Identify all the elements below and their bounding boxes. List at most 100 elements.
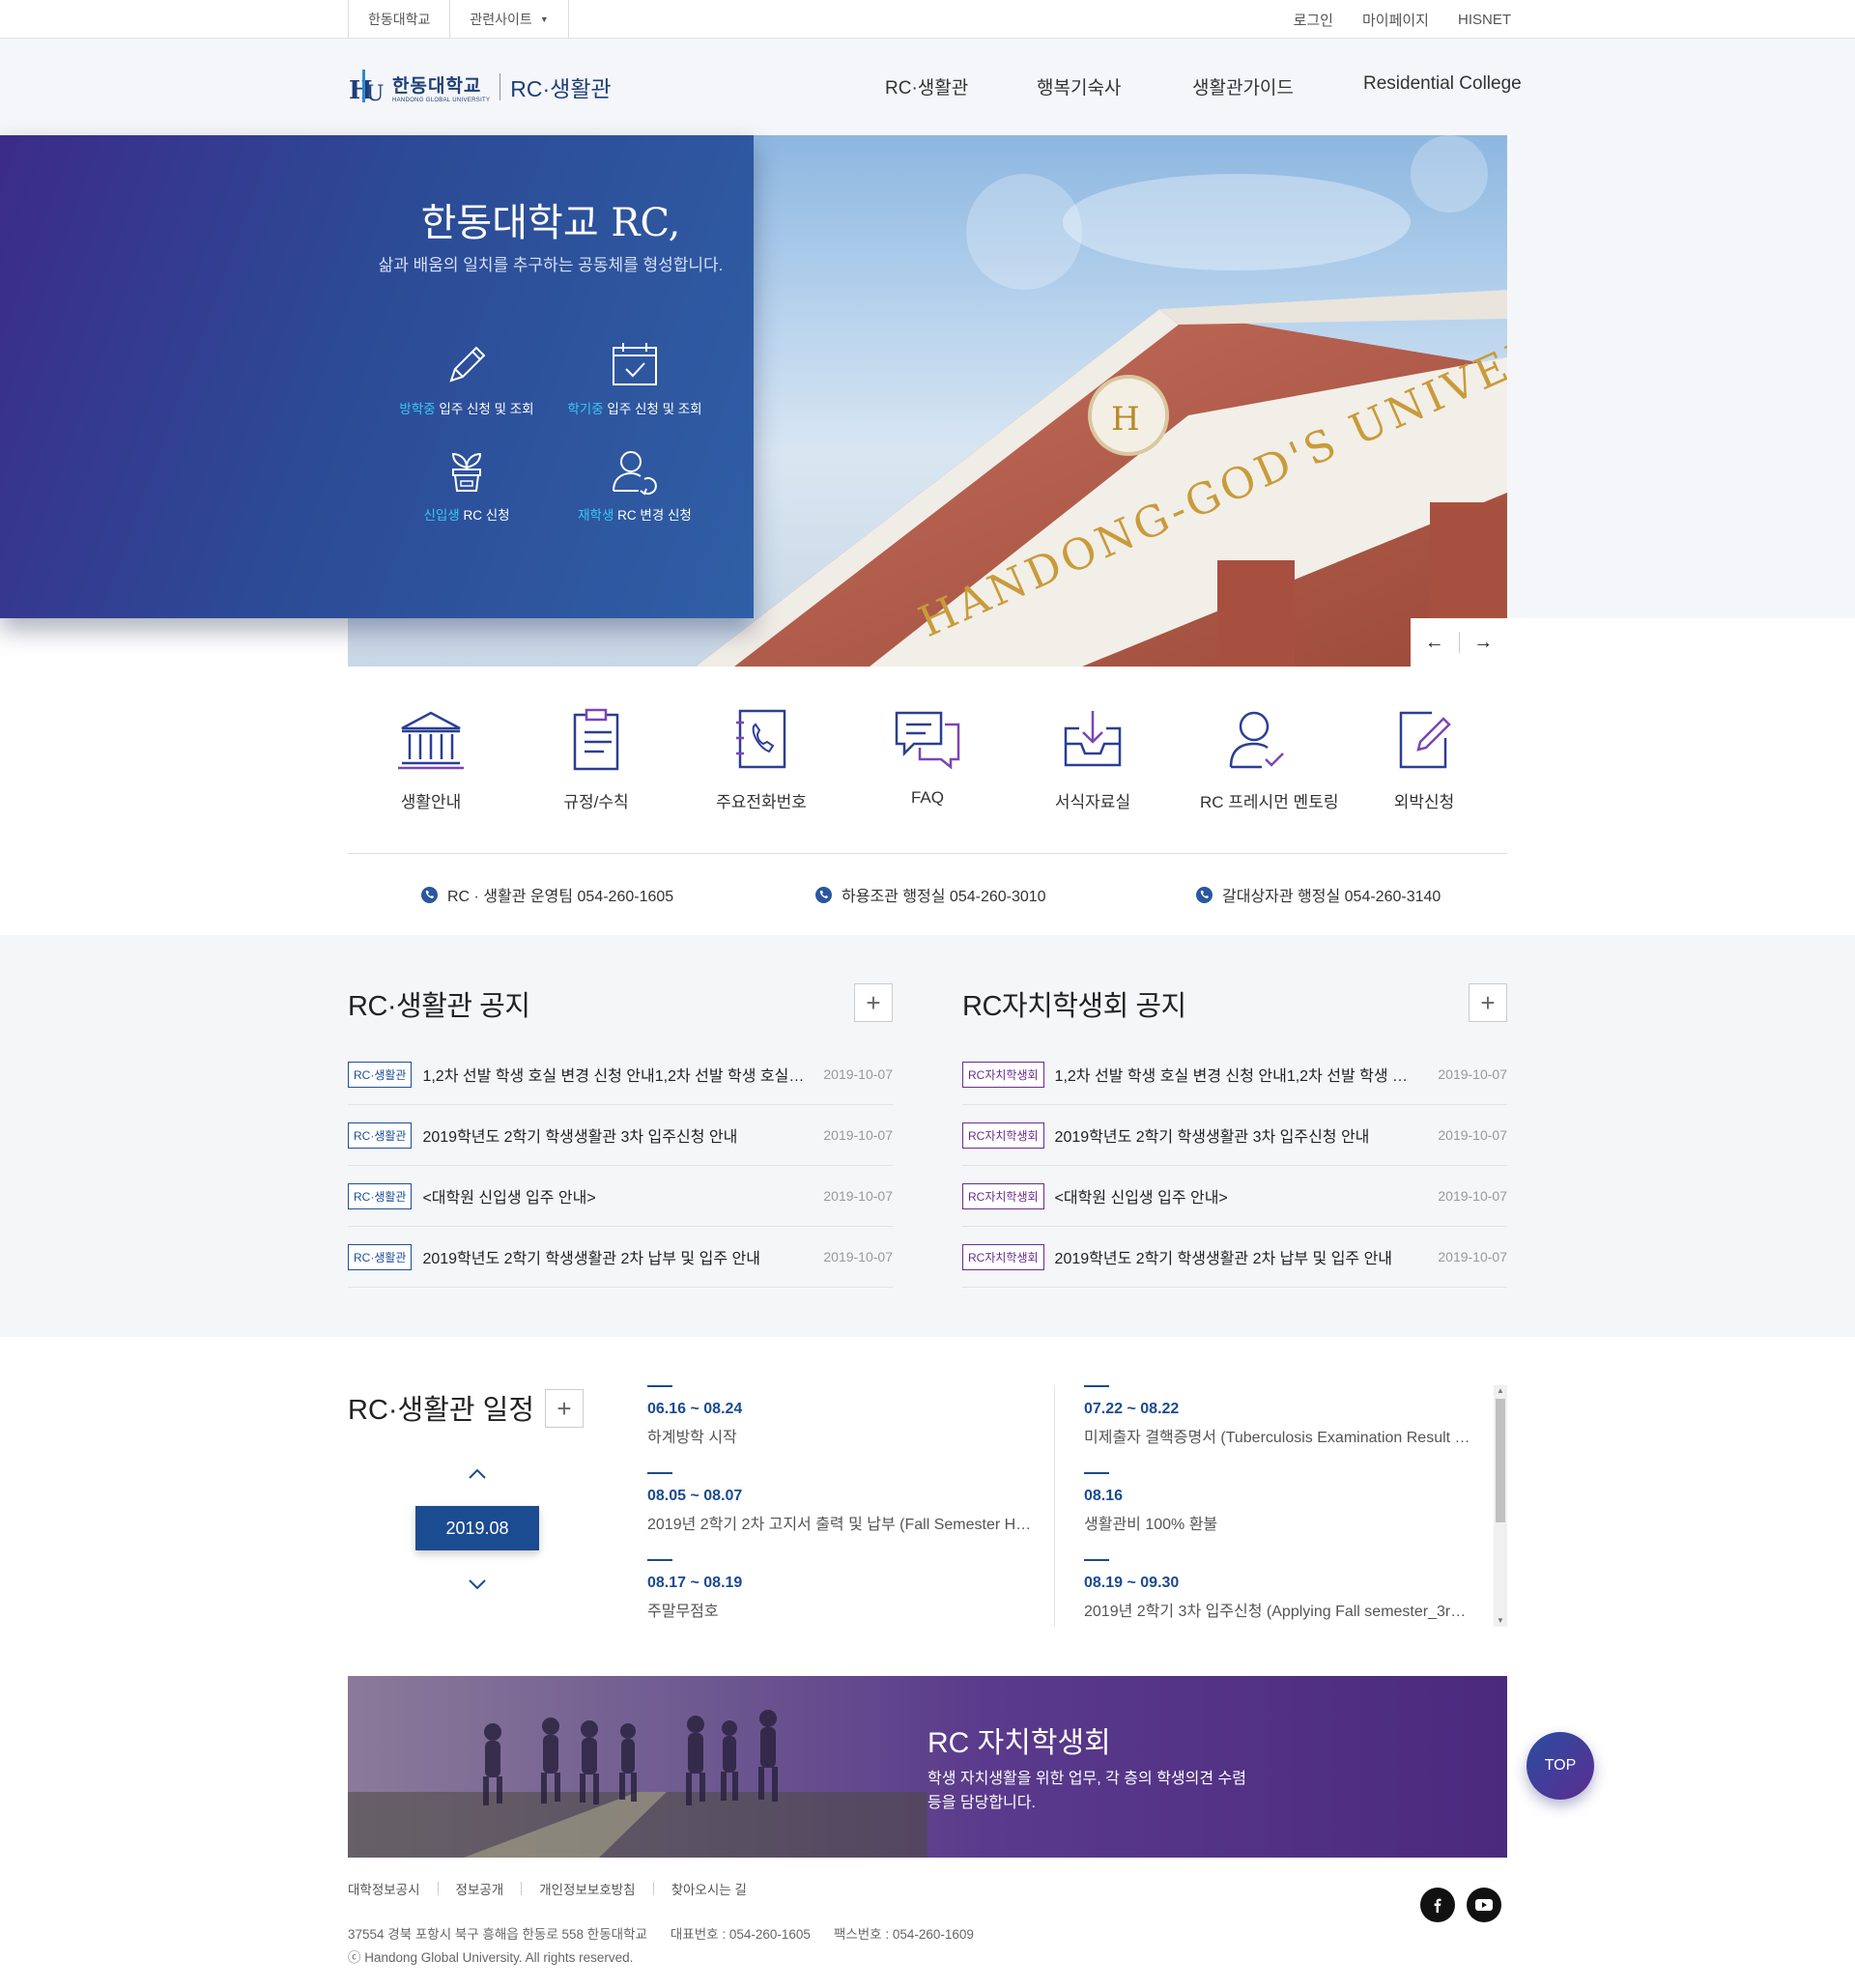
hero-right-strip [1507, 135, 1855, 618]
notice-item-title: 1,2차 선발 학생 호실 변경 신청 안내1,2차 선발 학생 호실 변경 신… [1054, 1068, 1421, 1085]
login-link[interactable]: 로그인 [1294, 10, 1333, 30]
mypage-link[interactable]: 마이페이지 [1362, 10, 1429, 30]
schedule-bar [647, 1472, 672, 1474]
chat-bubbles-icon [895, 711, 960, 770]
running-students-illustration [348, 1710, 928, 1858]
slide-next-button[interactable]: → [1460, 618, 1508, 667]
footer-copyright: ⓒ Handong Global University. All rights … [348, 1950, 634, 1965]
quick-forms[interactable]: 서식자료실 [1035, 705, 1151, 812]
notice-item-date: 2019-10-07 [823, 1249, 893, 1264]
list-item[interactable]: RC자치학생회 1,2차 선발 학생 호실 변경 신청 안내1,2차 선발 학생… [962, 1044, 1507, 1105]
list-item[interactable]: RC·생활관 <대학원 신입생 입주 안내> 2019-10-07 [348, 1166, 893, 1227]
notice-item-date: 2019-10-07 [1438, 1127, 1507, 1143]
facebook-button[interactable] [1420, 1888, 1455, 1922]
quick-label: 주요전화번호 [716, 793, 807, 811]
youtube-icon [1475, 1899, 1493, 1911]
logo-text: 한동대학교 HANDONG GLOBAL UNIVERSITY [392, 71, 490, 103]
schedule-bar [647, 1385, 672, 1387]
notice-board-rc: RC·생활관 공지 + RC·생활관 1,2차 선발 학생 호실 변경 신청 안… [348, 983, 893, 1288]
schedule-next-month-button[interactable] [462, 1573, 493, 1596]
schedule-item[interactable]: 08.17 ~ 08.19 주말무점호 [647, 1559, 1034, 1621]
nav-rc[interactable]: RC·생활관 [885, 73, 968, 99]
quick-mentoring[interactable]: RC 프레시먼 멘토링 [1200, 705, 1338, 812]
category-badge: RC자치학생회 [962, 1061, 1044, 1088]
hero-service-freshman[interactable]: 신입생 RC 신청 [380, 446, 554, 524]
category-badge: RC·생활관 [348, 1243, 413, 1270]
footer-link-public-info[interactable]: 정보공개 [456, 1879, 504, 1898]
schedule-prev-month-button[interactable] [462, 1462, 493, 1485]
footer-link-privacy[interactable]: 개인정보보호방침 [539, 1879, 635, 1898]
nav-residential-college[interactable]: Residential College [1363, 73, 1522, 95]
quick-phone-numbers[interactable]: 주요전화번호 [703, 705, 819, 812]
scroll-up-icon[interactable]: ▲ [1494, 1385, 1507, 1397]
notice-more-button[interactable]: + [854, 983, 893, 1022]
svg-text:H: H [1111, 400, 1140, 439]
footer-tel: 대표번호 : 054-260-1605 [670, 1927, 811, 1942]
hgu-logo-icon: H U [349, 70, 385, 106]
category-badge: RC자치학생회 [962, 1243, 1044, 1270]
quick-label: 서식자료실 [1054, 793, 1131, 811]
footer-link-directions[interactable]: 찾아오시는 길 [671, 1879, 747, 1898]
notice-more-button[interactable]: + [1469, 983, 1507, 1022]
schedule-item[interactable]: 07.22 ~ 08.22 미제출자 결핵증명서 (Tuberculosis E… [1084, 1385, 1470, 1447]
schedule-item[interactable]: 08.16 생활관비 100% 환불 [1084, 1472, 1470, 1534]
list-item[interactable]: RC·생활관 2019학년도 2학기 학생생활관 2차 납부 및 입주 안내 2… [348, 1227, 893, 1288]
list-item[interactable]: RC자치학생회 <대학원 신입생 입주 안내> 2019-10-07 [962, 1166, 1507, 1227]
footer-fax: 팩스번호 : 054-260-1609 [833, 1927, 974, 1942]
quick-overnight[interactable]: 외박신청 [1366, 705, 1482, 812]
schedule-desc: 생활관비 100% 환불 [1084, 1517, 1218, 1533]
notice-item-title: <대학원 신입생 입주 안내> [422, 1190, 596, 1207]
notice-item-date: 2019-10-07 [823, 1066, 893, 1082]
quick-rules[interactable]: 규정/수칙 [538, 705, 654, 812]
chevron-down-icon [469, 1578, 486, 1589]
schedule-scrollbar[interactable]: ▲ ▼ [1494, 1385, 1507, 1627]
schedule-current-month[interactable]: 2019.08 [415, 1506, 539, 1550]
nav-guide[interactable]: 생활관가이드 [1192, 73, 1294, 99]
hisnet-link[interactable]: HISNET [1458, 12, 1511, 28]
schedule-date: 06.16 ~ 08.24 [647, 1401, 743, 1417]
hero-title: 한동대학교 RC, [420, 201, 681, 245]
hero-service-enrolled[interactable]: 재학생 RC 변경 신청 [548, 446, 722, 524]
schedule-more-button[interactable]: + [545, 1389, 584, 1428]
logo-divider [499, 73, 501, 100]
schedule-date: 08.17 ~ 08.19 [647, 1575, 743, 1591]
notice-item-title: 2019학년도 2학기 학생생활관 3차 입주신청 안내 [1054, 1129, 1370, 1146]
util-handong-link[interactable]: 한동대학교 [348, 0, 449, 39]
notice-item-date: 2019-10-07 [823, 1127, 893, 1143]
notice-item-title: 1,2차 선발 학생 호실 변경 신청 안내1,2차 선발 학생 호실 변경 신… [422, 1068, 807, 1085]
top-button[interactable]: TOP [1527, 1732, 1594, 1800]
notice-list: RC·생활관 1,2차 선발 학생 호실 변경 신청 안내1,2차 선발 학생 … [348, 1044, 893, 1288]
footer-link-disclosure[interactable]: 대학정보공시 [348, 1879, 420, 1898]
list-item[interactable]: RC자치학생회 2019학년도 2학기 학생생활관 2차 납부 및 입주 안내 … [962, 1227, 1507, 1288]
scroll-down-icon[interactable]: ▼ [1494, 1615, 1507, 1627]
hero-service-label: 방학중 입주 신청 및 조회 [399, 402, 534, 416]
category-badge: RC·생활관 [348, 1061, 413, 1088]
hero-service-vacation[interactable]: 방학중 입주 신청 및 조회 [380, 340, 554, 417]
notice-item-date: 2019-10-07 [1438, 1066, 1507, 1082]
quick-life-guide[interactable]: 생활안내 [373, 705, 489, 812]
student-council-banner[interactable]: RC 자치학생회 학생 자치생활을 위한 업무, 각 층의 학생의견 수렴 등을… [348, 1676, 1507, 1858]
util-related-sites-dropdown[interactable]: 관련사이트 ▼ [449, 0, 569, 39]
schedule-item[interactable]: 08.05 ~ 08.07 2019년 2학기 2차 고지서 출력 및 납부 (… [647, 1472, 1034, 1534]
nav-happy-dorm[interactable]: 행복기숙사 [1037, 73, 1121, 99]
list-item[interactable]: RC자치학생회 2019학년도 2학기 학생생활관 3차 입주신청 안내 201… [962, 1105, 1507, 1166]
footer-address-row: 37554 경북 포항시 북구 흥해읍 한동로 558 한동대학교 대표번호 :… [348, 1923, 974, 1943]
schedule-item[interactable]: 08.19 ~ 09.30 2019년 2학기 3차 입주신청 (Applyin… [1084, 1559, 1470, 1621]
list-item[interactable]: RC·생활관 1,2차 선발 학생 호실 변경 신청 안내1,2차 선발 학생 … [348, 1044, 893, 1105]
schedule-item[interactable]: 06.16 ~ 08.24 하계방학 시작 [647, 1385, 1034, 1447]
phone-text: 하용조관 행정실 054-260-3010 [842, 889, 1046, 905]
notice-item-title: 2019학년도 2학기 학생생활관 3차 입주신청 안내 [422, 1129, 738, 1146]
scrollbar-thumb[interactable] [1496, 1399, 1505, 1522]
youtube-button[interactable] [1467, 1888, 1501, 1922]
plus-icon: + [556, 1393, 572, 1423]
slide-prev-button[interactable]: ← [1411, 618, 1459, 667]
phone-hayongjo: 하용조관 행정실 054-260-3010 [815, 883, 1046, 906]
list-item[interactable]: RC·생활관 2019학년도 2학기 학생생활관 3차 입주신청 안내 2019… [348, 1105, 893, 1166]
footer-separator [652, 1882, 654, 1895]
utility-right: 로그인 마이페이지 HISNET [1294, 0, 1511, 39]
hero-service-label: 학기중 입주 신청 및 조회 [567, 402, 702, 416]
notice-item-title: 2019학년도 2학기 학생생활관 2차 납부 및 입주 안내 [1054, 1251, 1393, 1267]
quick-faq[interactable]: FAQ [870, 705, 985, 808]
hero-service-semester[interactable]: 학기중 입주 신청 및 조회 [548, 340, 722, 417]
site-logo[interactable]: H U 한동대학교 HANDONG GLOBAL UNIVERSITY RC·생… [348, 64, 612, 110]
